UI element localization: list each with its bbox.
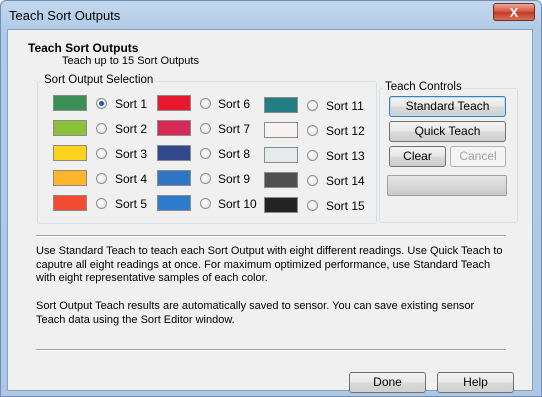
title-bar[interactable]: Teach Sort Outputs X — [1, 1, 541, 29]
sort-5-radio[interactable] — [96, 198, 107, 209]
sort-4-label[interactable]: Sort 4 — [115, 172, 147, 186]
sort-11-label[interactable]: Sort 11 — [326, 99, 364, 113]
sort-14-radio[interactable] — [307, 175, 318, 186]
sort-5-color-swatch — [53, 195, 87, 211]
teach-progress-bar — [387, 175, 507, 196]
dialog-heading: Teach Sort Outputs — [28, 41, 139, 55]
sort-14-label[interactable]: Sort 14 — [326, 174, 365, 188]
sort-4-radio[interactable] — [96, 173, 107, 184]
sort-2-radio[interactable] — [96, 123, 107, 134]
clear-button[interactable]: Clear — [389, 146, 446, 167]
description-paragraph-1: Use Standard Teach to teach each Sort Ou… — [36, 245, 503, 284]
sort-6-color-swatch — [157, 95, 191, 111]
window-title: Teach Sort Outputs — [9, 8, 121, 23]
sort-10-radio[interactable] — [200, 198, 211, 209]
sort-2-color-swatch — [53, 120, 87, 136]
sort-14-color-swatch — [264, 172, 298, 188]
sort-13-label[interactable]: Sort 13 — [326, 149, 365, 163]
sort-12-color-swatch — [264, 122, 298, 138]
done-button[interactable]: Done — [349, 372, 426, 393]
bottom-separator — [36, 349, 506, 351]
sort-12-radio[interactable] — [307, 125, 318, 136]
sort-9-color-swatch — [157, 170, 191, 186]
sort-8-label[interactable]: Sort 8 — [218, 147, 250, 161]
sort-7-color-swatch — [157, 120, 191, 136]
sort-6-label[interactable]: Sort 6 — [218, 97, 250, 111]
sort-5-label[interactable]: Sort 5 — [115, 197, 147, 211]
sort-6-radio[interactable] — [200, 98, 211, 109]
sort-11-color-swatch — [264, 97, 298, 113]
standard-teach-button[interactable]: Standard Teach — [389, 96, 506, 117]
quick-teach-button[interactable]: Quick Teach — [389, 121, 506, 142]
sort-1-color-swatch — [53, 95, 87, 111]
sort-15-radio[interactable] — [307, 200, 318, 211]
sort-2-label[interactable]: Sort 2 — [115, 122, 147, 136]
sort-12-label[interactable]: Sort 12 — [326, 124, 365, 138]
sort-13-radio[interactable] — [307, 150, 318, 161]
help-button[interactable]: Help — [437, 372, 514, 393]
sort-1-radio[interactable] — [96, 98, 107, 109]
cancel-button: Cancel — [450, 146, 506, 167]
sort-output-selection-label: Sort Output Selection — [42, 74, 156, 86]
sort-3-color-swatch — [53, 145, 87, 161]
top-separator — [36, 235, 506, 237]
sort-9-label[interactable]: Sort 9 — [218, 172, 250, 186]
description-paragraph-2: Sort Output Teach results are automatica… — [36, 300, 475, 326]
sort-15-label[interactable]: Sort 15 — [326, 199, 365, 213]
sort-7-label[interactable]: Sort 7 — [218, 122, 250, 136]
sort-1-label[interactable]: Sort 1 — [115, 97, 147, 111]
sort-3-label[interactable]: Sort 3 — [115, 147, 147, 161]
dialog-subheading: Teach up to 15 Sort Outputs — [62, 55, 199, 67]
sort-7-radio[interactable] — [200, 123, 211, 134]
sort-10-label[interactable]: Sort 10 — [218, 197, 257, 211]
sort-9-radio[interactable] — [200, 173, 211, 184]
sort-8-radio[interactable] — [200, 148, 211, 159]
sort-10-color-swatch — [157, 195, 191, 211]
sort-4-color-swatch — [53, 170, 87, 186]
sort-8-color-swatch — [157, 145, 191, 161]
sort-3-radio[interactable] — [96, 148, 107, 159]
sort-11-radio[interactable] — [307, 100, 318, 111]
teach-controls-label: Teach Controls — [383, 81, 464, 93]
close-button[interactable]: X — [493, 3, 535, 21]
sort-15-color-swatch — [264, 197, 298, 213]
sort-13-color-swatch — [264, 147, 298, 163]
